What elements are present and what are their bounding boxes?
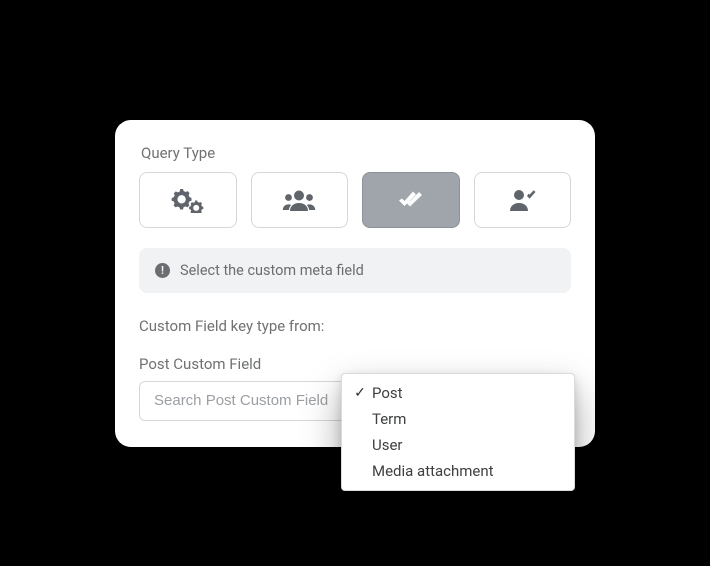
key-type-dropdown[interactable]: ✓ Post Term User Media attachment: [341, 373, 575, 491]
dropdown-option-label: Term: [372, 410, 406, 428]
query-type-label: Query Type: [141, 144, 571, 162]
user-check-icon: [507, 188, 537, 212]
users-group-icon: [282, 188, 316, 212]
gears-icon: [171, 187, 205, 213]
notice-text: Select the custom meta field: [180, 262, 364, 279]
query-panel: Query Type: [115, 120, 595, 447]
double-check-icon: [396, 189, 426, 211]
type-user-check-button[interactable]: [474, 172, 572, 228]
dropdown-option-term[interactable]: Term: [342, 406, 574, 432]
dropdown-option-label: Post: [372, 384, 403, 402]
type-users-button[interactable]: [251, 172, 349, 228]
dropdown-option-user[interactable]: User: [342, 432, 574, 458]
dropdown-option-label: Media attachment: [372, 462, 494, 480]
post-custom-field-label: Post Custom Field: [139, 355, 571, 373]
key-type-label: Custom Field key type from:: [139, 317, 571, 335]
type-meta-button[interactable]: [362, 172, 460, 228]
notice-banner: ! Select the custom meta field: [139, 248, 571, 293]
dropdown-option-label: User: [372, 436, 403, 454]
dropdown-option-post[interactable]: ✓ Post: [342, 380, 574, 406]
check-icon: ✓: [352, 385, 368, 401]
type-settings-button[interactable]: [139, 172, 237, 228]
info-icon: !: [155, 263, 170, 278]
dropdown-option-media[interactable]: Media attachment: [342, 458, 574, 484]
query-type-row: [139, 172, 571, 228]
